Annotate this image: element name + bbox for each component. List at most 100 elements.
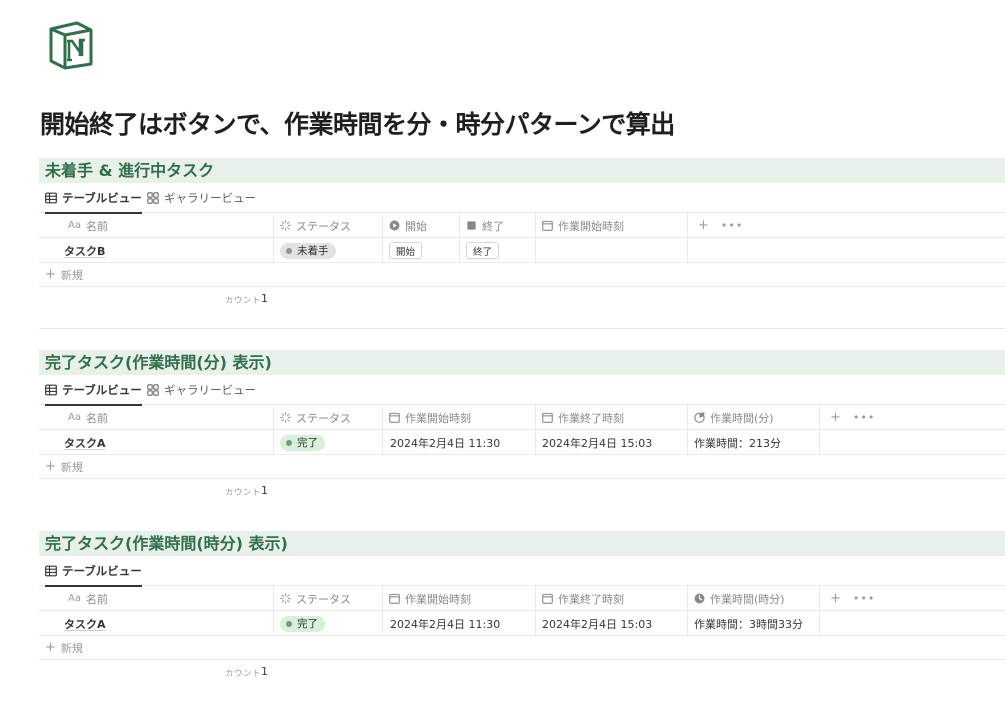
new-row-button[interactable]: + 新規 xyxy=(39,636,1005,660)
more-dots-icon[interactable]: ••• xyxy=(853,592,875,605)
table-row: タスクA 完了 2024年2月4日 11:30 2024年2月4日 15:03 … xyxy=(39,430,1005,455)
count-row: カウント 1 xyxy=(39,287,1005,311)
row-status[interactable]: 未着手 xyxy=(273,238,382,263)
column-header-name[interactable]: Aa 名前 xyxy=(68,586,108,611)
row-name[interactable]: タスクB xyxy=(64,238,105,263)
new-row-button[interactable]: + 新規 xyxy=(39,263,1005,287)
calendar-icon xyxy=(542,412,553,423)
section-completed-minutes: 完了タスク(作業時間(分) 表示) テーブルビュー ギャラリービュー Aa 名前 … xyxy=(39,350,1005,503)
status-icon xyxy=(280,593,291,604)
table-icon xyxy=(45,565,57,576)
status-icon xyxy=(280,220,291,231)
count-label: カウント xyxy=(225,296,262,306)
column-header-status[interactable]: ステータス xyxy=(273,405,382,430)
section-pending-tasks: 未着手 & 進行中タスク テーブルビュー ギャラリービュー Aa 名前 ステータス… xyxy=(39,158,1005,311)
table-header-row: Aa 名前 ステータス 作業開始時刻 作業終了時刻 作業時間(分) + ••• xyxy=(39,405,1005,430)
row-spacer xyxy=(687,238,1005,263)
count-row: カウント 1 xyxy=(39,660,1005,684)
column-header-end-time[interactable]: 作業終了時刻 xyxy=(535,405,687,430)
table-header-row: Aa 名前 ステータス 作業開始時刻 作業終了時刻 作業時間(時分) + ••• xyxy=(39,586,1005,611)
calendar-icon xyxy=(542,220,553,231)
plus-icon: + xyxy=(45,459,56,474)
column-header-duration-minutes[interactable]: 作業時間(分) xyxy=(687,405,819,430)
add-property-icon[interactable]: + xyxy=(830,410,841,425)
more-dots-icon[interactable]: ••• xyxy=(721,219,743,232)
row-spacer xyxy=(819,611,1005,636)
end-button[interactable]: 終了 xyxy=(466,242,500,259)
page-title: 開始終了はボタンで、作業時間を分・時分パターンで算出 xyxy=(40,110,675,139)
text-type-icon: Aa xyxy=(68,412,81,423)
row-name[interactable]: タスクA xyxy=(64,611,106,636)
row-end-time[interactable]: 2024年2月4日 15:03 xyxy=(535,430,687,455)
count-row: カウント 1 xyxy=(39,479,1005,503)
view-tabs: テーブルビュー xyxy=(39,556,1005,587)
row-status[interactable]: 完了 xyxy=(273,430,382,455)
calendar-icon xyxy=(389,412,400,423)
stop-icon xyxy=(467,221,476,230)
status-badge: 未着手 xyxy=(280,242,336,259)
plus-icon: + xyxy=(45,640,56,655)
table-row: タスクA 完了 2024年2月4日 11:30 2024年2月4日 15:03 … xyxy=(39,611,1005,636)
row-start-time[interactable]: 2024年2月4日 11:30 xyxy=(382,611,535,636)
table-row: タスクB 未着手 開始 終了 xyxy=(39,238,1005,263)
tab-gallery-view[interactable]: ギャラリービュー xyxy=(147,375,256,405)
row-duration[interactable]: 作業時間：213分 xyxy=(687,430,819,455)
status-badge: 完了 xyxy=(280,615,325,632)
divider xyxy=(39,328,1005,329)
column-header-start-button[interactable]: 開始 xyxy=(382,213,459,238)
row-start-time[interactable] xyxy=(535,238,687,263)
column-header-start-time[interactable]: 作業開始時刻 xyxy=(382,586,535,611)
status-badge: 完了 xyxy=(280,434,325,451)
row-name[interactable]: タスクA xyxy=(64,430,106,455)
row-start-time[interactable]: 2024年2月4日 11:30 xyxy=(382,430,535,455)
calendar-icon xyxy=(542,593,553,604)
row-duration[interactable]: 作業時間：3時間33分 xyxy=(687,611,819,636)
tab-table-view[interactable]: テーブルビュー xyxy=(45,183,142,214)
status-icon xyxy=(280,412,291,423)
column-header-duration-hours-minutes[interactable]: 作業時間(時分) xyxy=(687,586,819,611)
section-title: 完了タスク(作業時間(時分) 表示) xyxy=(39,531,1005,556)
row-spacer xyxy=(819,430,1005,455)
row-end-time[interactable]: 2024年2月4日 15:03 xyxy=(535,611,687,636)
text-type-icon: Aa xyxy=(68,220,81,231)
tab-table-view[interactable]: テーブルビュー xyxy=(45,375,142,406)
add-property-icon[interactable]: + xyxy=(698,218,709,233)
column-header-start-time[interactable]: 作業開始時刻 xyxy=(382,405,535,430)
column-header-name[interactable]: Aa 名前 xyxy=(68,213,108,238)
start-button[interactable]: 開始 xyxy=(389,242,423,259)
column-header-start-time[interactable]: 作業開始時刻 xyxy=(535,213,687,238)
count-value: 1 xyxy=(261,484,268,497)
table-header-row: Aa 名前 ステータス 開始 終了 作業開始時刻 + ••• xyxy=(39,213,1005,238)
table-icon xyxy=(45,192,57,203)
column-header-status[interactable]: ステータス xyxy=(273,213,382,238)
column-header-end-time[interactable]: 作業終了時刻 xyxy=(535,586,687,611)
column-header-end-button[interactable]: 終了 xyxy=(459,213,535,238)
gallery-icon xyxy=(147,192,159,204)
column-header-actions: + ••• xyxy=(687,213,743,238)
count-label: カウント xyxy=(225,488,262,498)
gallery-icon xyxy=(147,384,159,396)
text-type-icon: Aa xyxy=(68,593,81,604)
view-tabs: テーブルビュー ギャラリービュー xyxy=(39,183,1005,214)
new-row-button[interactable]: + 新規 xyxy=(39,455,1005,479)
formula-clock-icon xyxy=(694,593,705,604)
section-completed-hours-minutes: 完了タスク(作業時間(時分) 表示) テーブルビュー Aa 名前 ステータス 作業… xyxy=(39,531,1005,684)
column-header-actions: + ••• xyxy=(819,405,875,430)
column-header-status[interactable]: ステータス xyxy=(273,586,382,611)
row-start-cell: 開始 xyxy=(382,238,459,263)
count-value: 1 xyxy=(261,665,268,678)
view-tabs: テーブルビュー ギャラリービュー xyxy=(39,375,1005,406)
plus-icon: + xyxy=(45,267,56,282)
more-dots-icon[interactable]: ••• xyxy=(853,411,875,424)
add-property-icon[interactable]: + xyxy=(830,591,841,606)
row-end-cell: 終了 xyxy=(459,238,535,263)
count-label: カウント xyxy=(225,669,262,679)
column-header-name[interactable]: Aa 名前 xyxy=(68,405,108,430)
section-title: 完了タスク(作業時間(分) 表示) xyxy=(39,350,1005,375)
tab-gallery-view[interactable]: ギャラリービュー xyxy=(147,183,256,213)
tab-table-view[interactable]: テーブルビュー xyxy=(45,556,142,587)
row-status[interactable]: 完了 xyxy=(273,611,382,636)
section-title: 未着手 & 進行中タスク xyxy=(39,158,1005,183)
calendar-icon xyxy=(389,593,400,604)
notion-logo-icon xyxy=(49,21,93,70)
